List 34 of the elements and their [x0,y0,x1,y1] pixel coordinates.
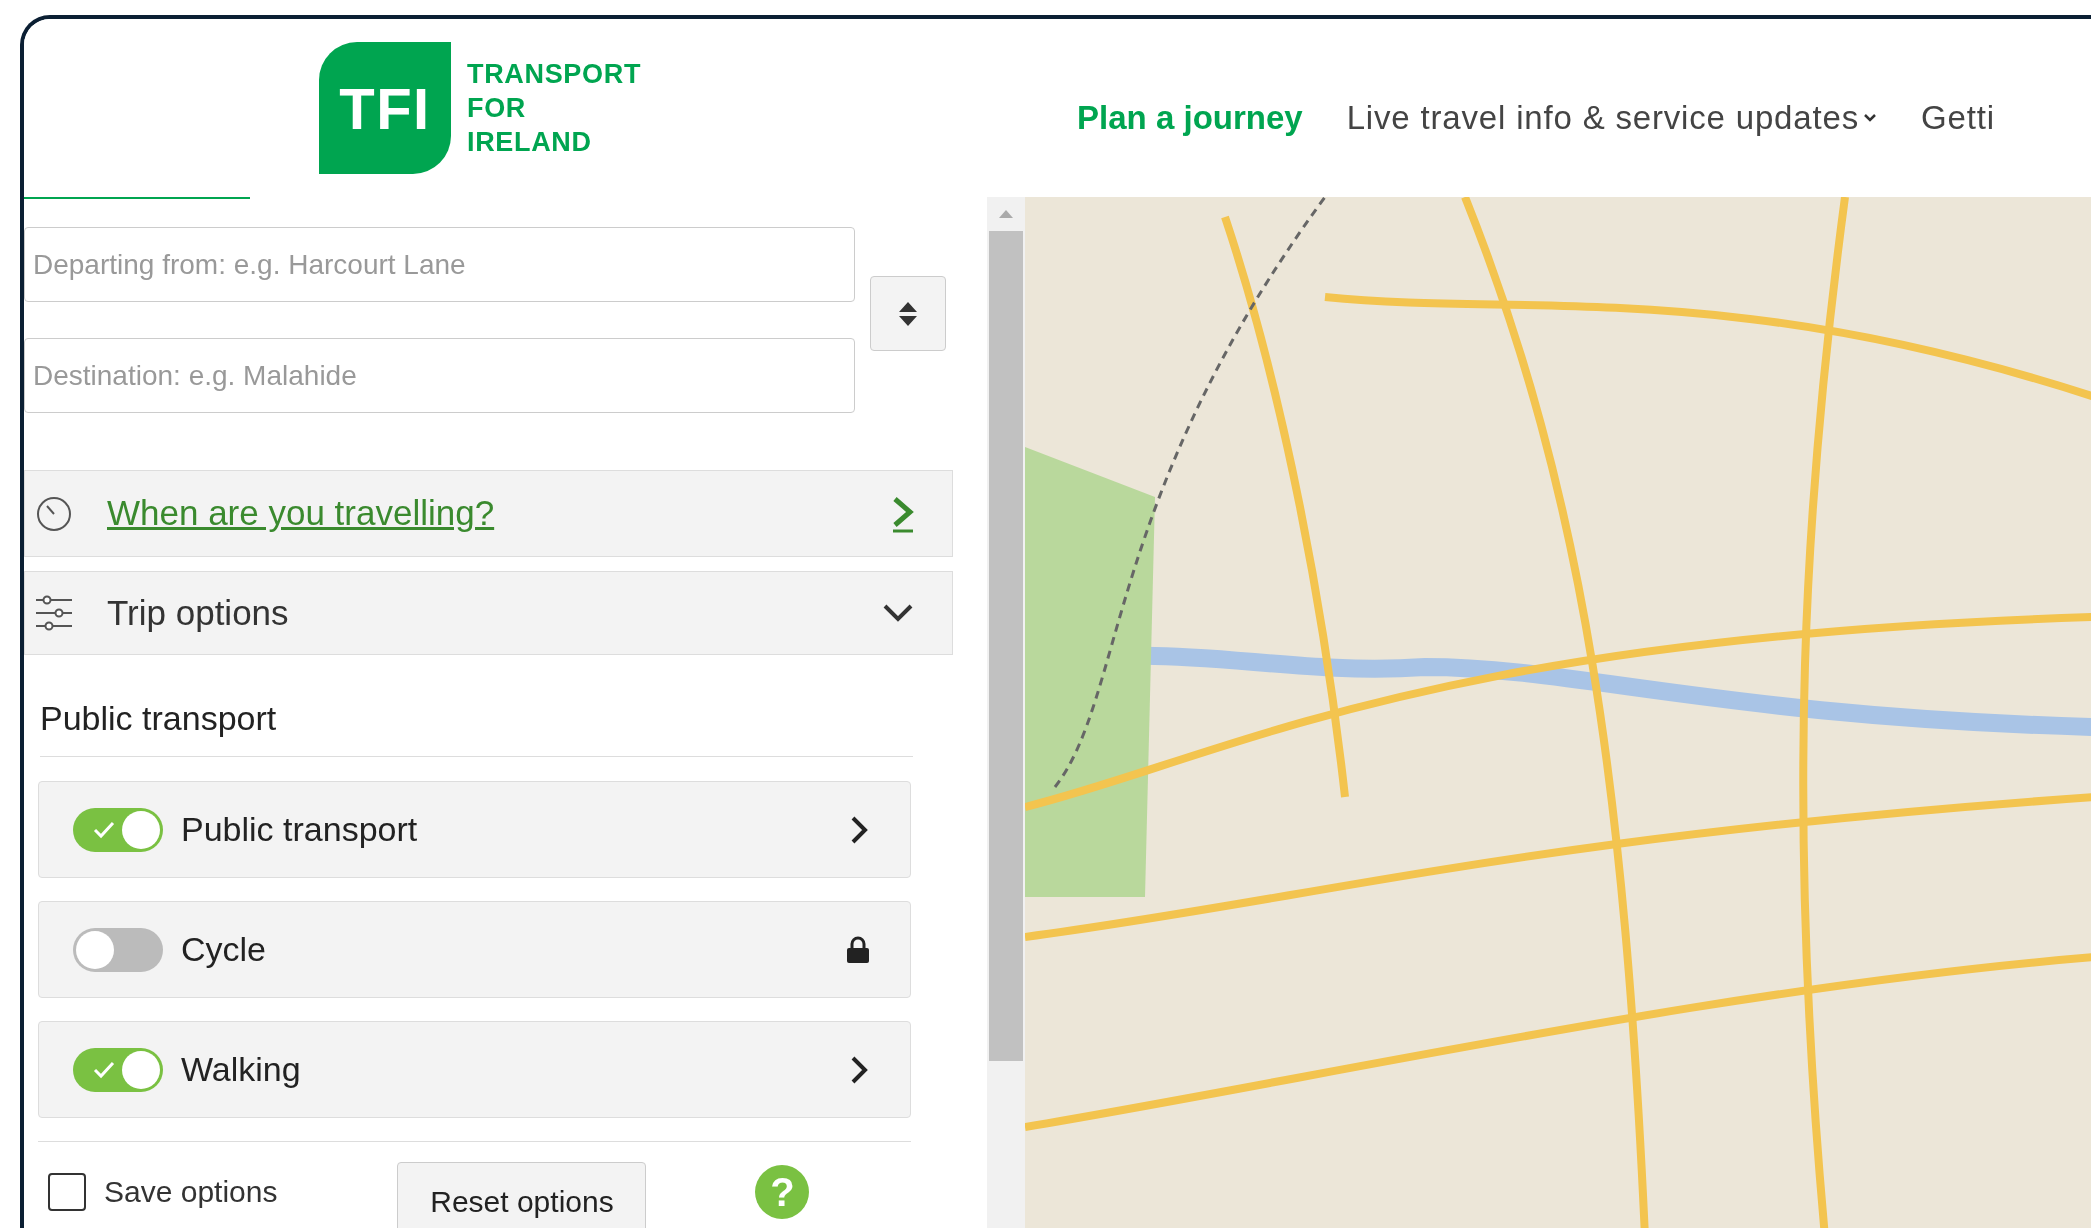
toggle-switch[interactable] [73,1047,163,1092]
save-options-checkbox[interactable]: Save options [48,1169,278,1214]
lock-icon [846,935,870,964]
when-row[interactable]: When are you travelling? [24,470,953,557]
mode-label: Walking [181,1049,301,1090]
chevron-right-icon [892,494,914,533]
toggle-switch[interactable] [73,927,163,972]
reset-options-button[interactable]: Reset options [397,1161,647,1228]
when-link[interactable]: When are you travelling? [107,487,495,540]
map-placeholder[interactable] [1025,197,2091,1228]
check-icon [93,820,115,839]
scroll-up-icon [998,209,1014,219]
logo-text: TRANSPORT FOR IRELAND [467,58,642,159]
trip-options-title: Trip options [107,591,289,634]
mode-label: Public transport [181,809,418,850]
departure-field[interactable]: Departing from: e.g. Harcourt Lane [24,227,855,302]
sliders-icon [35,595,73,631]
transport-mode-row[interactable]: Cycle [38,901,911,998]
transport-mode-row[interactable]: Walking [38,1021,911,1118]
swap-button[interactable] [870,276,946,351]
toggle-switch[interactable] [73,807,163,852]
check-icon [93,1060,115,1079]
destination-field[interactable]: Destination: e.g. Malahide [24,338,855,413]
section-title: Public transport [40,693,913,757]
trip-options-header[interactable]: Trip options [24,571,953,655]
nav-link[interactable]: Getti [1920,93,1995,143]
chevron-right-icon [850,814,868,845]
sort-icon [898,300,918,327]
chevron-right-icon [850,1054,868,1085]
mode-label: Cycle [181,929,267,970]
nav-link[interactable]: Live travel info & service updates [1346,93,1877,143]
scrollbar[interactable] [987,197,1025,1228]
transport-mode-row[interactable]: Public transport [38,781,911,878]
clock-icon [35,494,73,533]
